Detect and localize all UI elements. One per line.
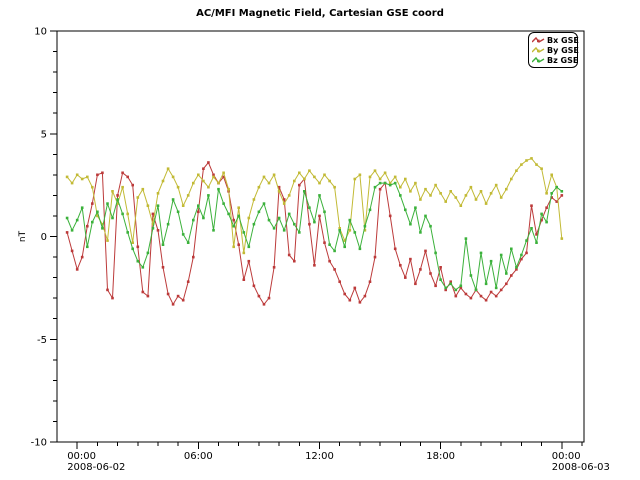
plot-frame [57, 31, 584, 442]
bx-series-line-icon [532, 36, 545, 45]
legend-item-bx[interactable]: Bx GSE [532, 35, 573, 45]
legend[interactable]: Bx GSE By GSE Bz GSE [528, 32, 578, 68]
y-tick-label: 10 [34, 27, 47, 38]
x-tick-label: 00:00 [552, 451, 581, 462]
bz-series-line-icon [532, 56, 545, 65]
series-by-gse [66, 157, 563, 254]
by-series-line-icon [532, 46, 545, 55]
legend-item-by[interactable]: By GSE [532, 45, 573, 55]
plot-window: AC/MFI Magnetic Field, Cartesian GSE coo… [0, 0, 640, 480]
x-tick-label: 18:00 [426, 451, 455, 462]
y-axis-label: nT [18, 230, 28, 242]
legend-label-bz: Bz GSE [547, 56, 578, 65]
y-tick-label: 5 [41, 129, 47, 140]
y-tick-label: 0 [41, 232, 47, 243]
x-tick-label: 12:00 [305, 451, 334, 462]
x-axis[interactable]: 00:002008-06-0206:0012:0018:0000:002008-… [67, 442, 610, 473]
plot-canvas[interactable]: 1050-5-10nT00:002008-06-0206:0012:0018:0… [0, 0, 640, 480]
legend-label-by: By GSE [547, 46, 579, 55]
x-tick-label: 00:00 [67, 451, 96, 462]
x-end-date-label: 2008-06-03 [552, 462, 610, 473]
legend-label-bx: Bx GSE [547, 36, 579, 45]
y-axis[interactable]: 10 5 0 -5 -10 nT [18, 27, 57, 449]
y-tick-label: -10 [31, 438, 47, 449]
x-tick-label: 06:00 [184, 451, 213, 462]
legend-item-bz[interactable]: Bz GSE [532, 55, 573, 65]
x-start-date-label: 2008-06-02 [67, 462, 125, 473]
series-bx-gse [66, 161, 563, 305]
y-tick-label: -5 [37, 335, 47, 346]
